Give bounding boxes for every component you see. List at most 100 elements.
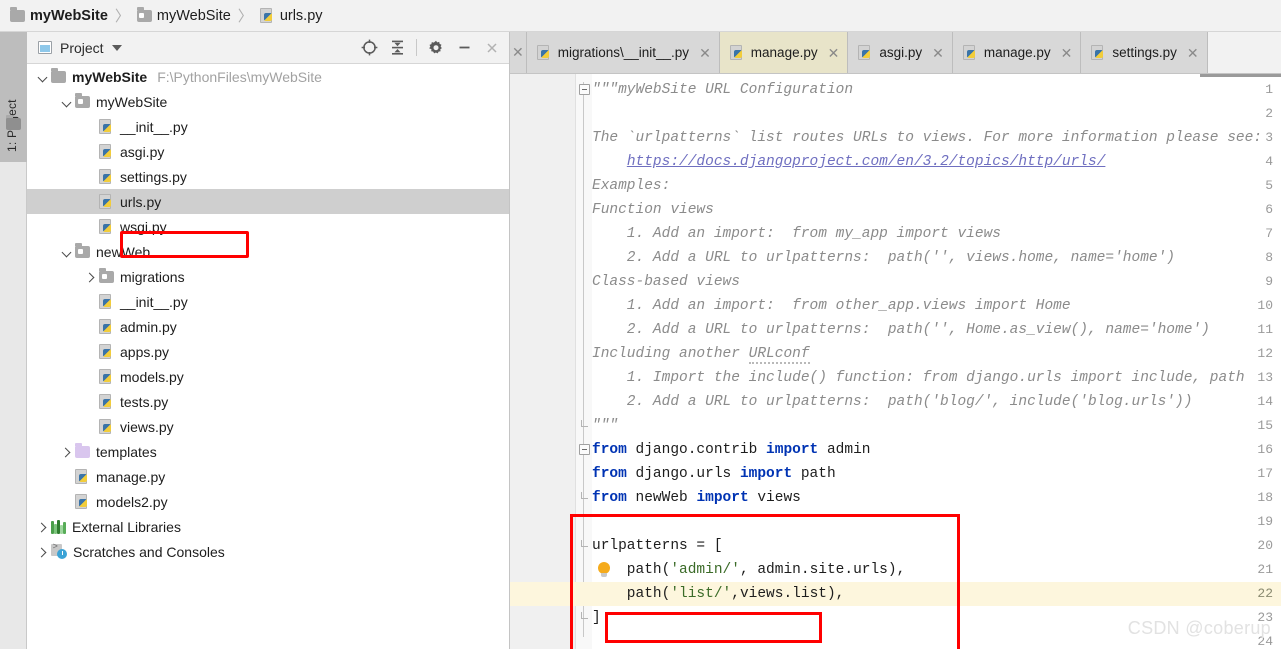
tree-row-label: models2.py <box>96 493 168 510</box>
chevron-right-icon[interactable] <box>33 544 51 560</box>
lightbulb-icon[interactable] <box>598 562 611 579</box>
gear-icon[interactable] <box>423 35 449 61</box>
fold-region-line <box>583 82 584 637</box>
line-number: 15 <box>1257 418 1273 433</box>
tree-row-templates[interactable]: templates <box>27 439 509 464</box>
fold-collapse-icon[interactable] <box>579 84 590 95</box>
tree-row-label: urls.py <box>120 193 162 210</box>
code-line: 1. Import the include() function: from d… <box>592 370 1245 386</box>
line-number: 18 <box>1257 490 1273 505</box>
code-line: 2. Add a URL to urlpatterns: path('blog/… <box>592 394 1193 410</box>
tool-window-strip: 1: Project <box>0 32 27 649</box>
breadcrumb-item-module[interactable]: myWebSite <box>136 6 231 24</box>
python-file-icon <box>536 44 552 61</box>
tree-row-admin-py[interactable]: admin.py <box>27 314 509 339</box>
code-line: Function views <box>592 202 714 218</box>
editor-tab-migrations-init-py[interactable]: migrations\__init__.py ✕ <box>526 32 720 73</box>
editor-tab-label: asgi.py <box>879 45 923 60</box>
python-file-icon <box>99 343 114 360</box>
fold-region-tick <box>581 540 588 547</box>
locate-icon[interactable] <box>356 35 382 61</box>
fold-collapse-icon[interactable] <box>579 444 590 455</box>
editor-tab-manage-py[interactable]: manage.py ✕ <box>952 32 1082 73</box>
tree-row-tests-py[interactable]: tests.py <box>27 389 509 414</box>
code-line: 2. Add a URL to urlpatterns: path('', Ho… <box>592 322 1210 338</box>
breadcrumb-item-file[interactable]: urls.py <box>259 7 323 24</box>
project-tree[interactable]: myWebSite F:\PythonFiles\myWebSite myWebSi… <box>27 64 509 649</box>
close-icon[interactable] <box>479 35 505 61</box>
editor-tab-asgi-py[interactable]: asgi.py ✕ <box>848 32 953 73</box>
tree-row-migrations[interactable]: migrations <box>27 264 509 289</box>
tree-row-views-py[interactable]: views.py <box>27 414 509 439</box>
close-icon[interactable]: ✕ <box>1187 46 1199 60</box>
tree-row-scratches-and-consoles[interactable]: Scratches and Consoles <box>27 539 509 564</box>
close-icon[interactable]: ✕ <box>828 46 840 60</box>
chevron-down-icon[interactable] <box>33 69 51 85</box>
tree-row-external-libraries[interactable]: External Libraries <box>27 514 509 539</box>
line-number: 12 <box>1257 346 1273 361</box>
line-number: 21 <box>1257 562 1273 577</box>
line-number: 1 <box>1265 82 1273 97</box>
tree-row-label: newWeb <box>96 243 151 260</box>
tree-row-label: migrations <box>120 268 185 285</box>
module-folder-icon <box>99 267 114 283</box>
collapse-all-icon[interactable] <box>384 35 410 61</box>
line-number: 4 <box>1265 154 1273 169</box>
chevron-down-icon[interactable] <box>57 94 75 110</box>
tree-row-mywebsite[interactable]: myWebSite F:\PythonFiles\myWebSite <box>27 64 509 89</box>
line-number: 5 <box>1265 178 1273 193</box>
line-number: 17 <box>1257 466 1273 481</box>
code-line: from django.urls import path <box>592 466 836 482</box>
tree-row-manage-py[interactable]: manage.py <box>27 464 509 489</box>
code-area[interactable]: 1 2 3 4 5 6 7 8 9 10 11 12 13 14 15 16 17 18 19 20 21 22 23 24 "… <box>510 74 1281 649</box>
breadcrumb-item-project[interactable]: myWebSite <box>10 6 108 24</box>
chevron-right-icon[interactable] <box>81 269 99 285</box>
tree-row-apps-py[interactable]: apps.py <box>27 339 509 364</box>
line-number: 20 <box>1257 538 1273 553</box>
code-line: """myWebSite URL Configuration <box>592 82 854 98</box>
tree-row-label: myWebSite <box>96 93 168 110</box>
chevron-down-icon[interactable] <box>57 244 75 260</box>
fold-region-tick <box>581 420 588 427</box>
line-number: 6 <box>1265 202 1273 217</box>
code-line: 1. Add an import: from other_app.views i… <box>592 298 1071 314</box>
chevron-down-icon[interactable] <box>111 44 122 51</box>
tree-row-models-py[interactable]: models.py <box>27 364 509 389</box>
project-window-icon <box>38 41 52 54</box>
tree-row-wsgi-py[interactable]: wsgi.py <box>27 214 509 239</box>
code-line: 2. Add a URL to urlpatterns: path('', vi… <box>592 250 1175 266</box>
close-icon[interactable]: ✕ <box>699 46 711 60</box>
tree-row--init-py[interactable]: __init__.py <box>27 114 509 139</box>
editor-tab-bar: ✕ migrations\__init__.py ✕ manage.py ✕ asgi.… <box>510 32 1281 74</box>
tab-overflow-close-icon[interactable]: ✕ <box>510 32 527 73</box>
module-folder-icon <box>75 242 90 258</box>
python-file-icon <box>1091 44 1106 61</box>
tree-row--init-py[interactable]: __init__.py <box>27 289 509 314</box>
code-folding-gutter[interactable] <box>576 74 592 649</box>
tree-row-label: myWebSite <box>72 68 148 85</box>
tree-row-newweb[interactable]: newWeb <box>27 239 509 264</box>
close-icon[interactable]: ✕ <box>1061 46 1073 60</box>
line-number: 10 <box>1257 298 1273 313</box>
tree-row-models2-py[interactable]: models2.py <box>27 489 509 514</box>
toolbar-divider <box>416 39 417 56</box>
tree-row-label: settings.py <box>120 168 187 185</box>
tree-row-mywebsite[interactable]: myWebSite <box>27 89 509 114</box>
editor-tab-settings-py[interactable]: settings.py ✕ <box>1081 32 1208 73</box>
editor-tab-manage-py[interactable]: manage.py ✕ <box>719 32 849 73</box>
tree-row-label: __init__.py <box>120 293 188 310</box>
folder-glyph <box>6 115 21 130</box>
tree-row-settings-py[interactable]: settings.py <box>27 164 509 189</box>
close-icon[interactable]: ✕ <box>932 46 944 60</box>
tree-row-asgi-py[interactable]: asgi.py <box>27 139 509 164</box>
tree-row-label: models.py <box>120 368 184 385</box>
minimize-icon[interactable] <box>451 35 477 61</box>
chevron-right-icon[interactable] <box>57 444 75 460</box>
python-file-icon <box>99 193 114 210</box>
sidebar-item-project-strip[interactable]: 1: Project <box>5 42 19 152</box>
folder-icon <box>10 6 25 22</box>
chevron-right-icon[interactable] <box>33 519 51 535</box>
tree-row-urls-py[interactable]: urls.py <box>27 189 509 214</box>
folder-icon[interactable] <box>6 115 21 133</box>
tree-row-label: admin.py <box>120 318 177 335</box>
